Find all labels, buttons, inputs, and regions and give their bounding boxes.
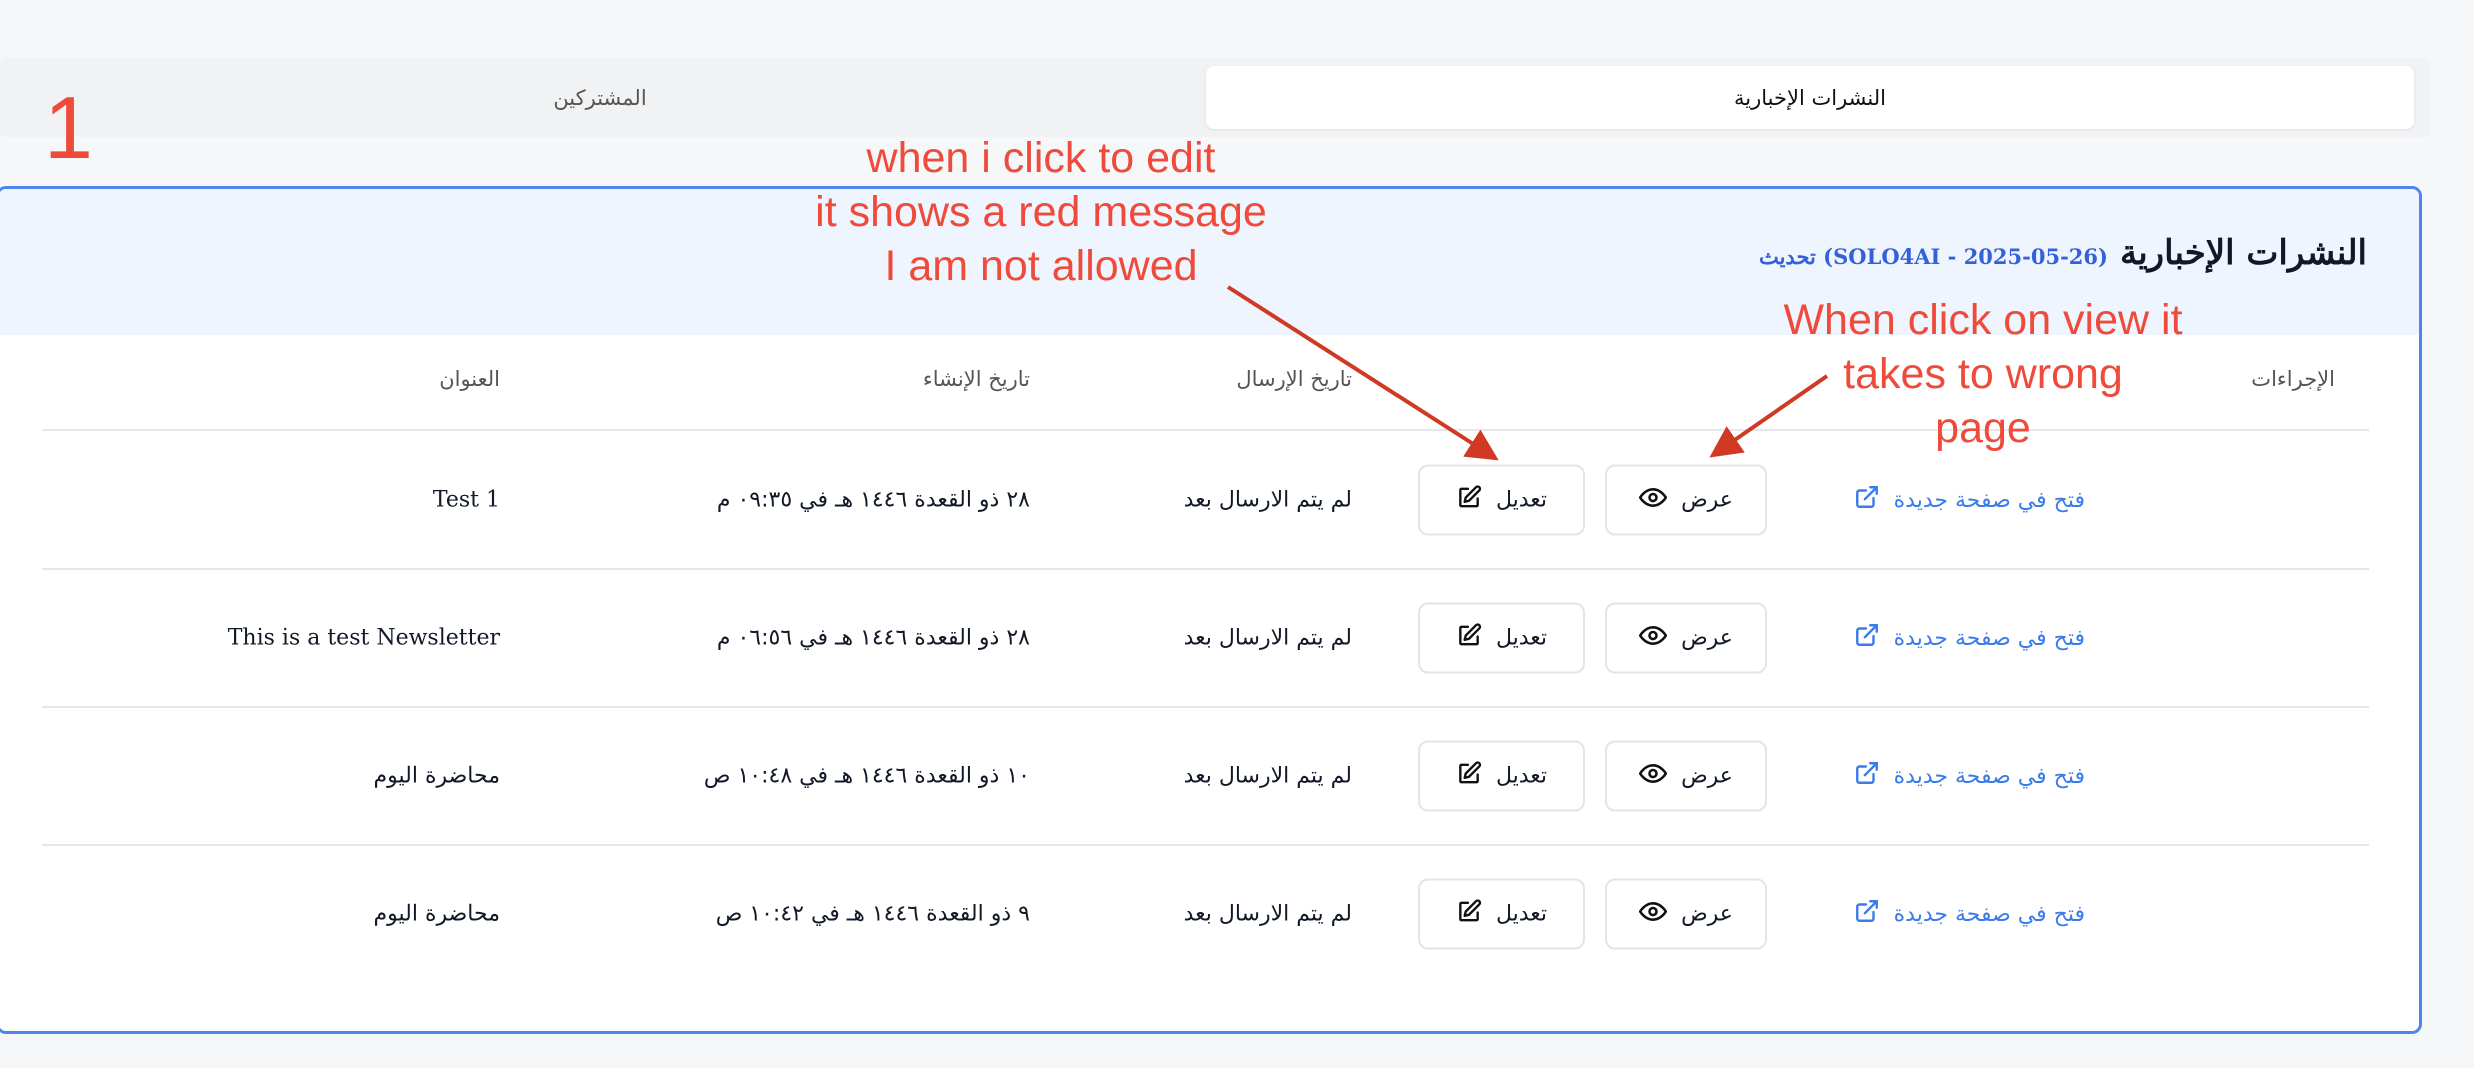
arrow-to-edit <box>1226 285 1499 461</box>
arrow-to-view <box>1709 374 1829 458</box>
annotation-arrows <box>1226 285 1829 461</box>
